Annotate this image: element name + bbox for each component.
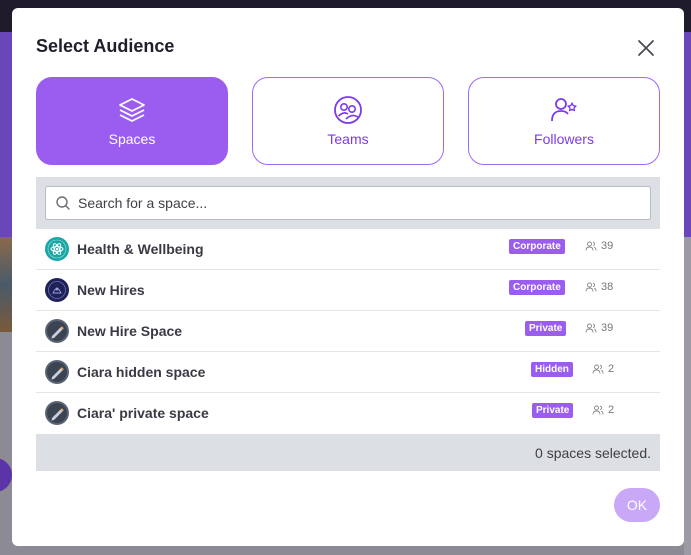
user-star-icon bbox=[551, 98, 577, 122]
spaces-list: Health & Wellbeing Corporate 39 New Hire… bbox=[36, 229, 660, 434]
search-box bbox=[45, 186, 651, 220]
tab-spaces[interactable]: Spaces bbox=[36, 77, 228, 165]
space-type-badge: Corporate bbox=[509, 239, 565, 254]
pen-icon bbox=[45, 319, 69, 343]
list-item[interactable]: Ciara' private space Private 2 bbox=[36, 393, 660, 434]
users-icon bbox=[592, 405, 604, 415]
tab-followers[interactable]: Followers bbox=[468, 77, 660, 165]
tab-teams[interactable]: Teams bbox=[252, 77, 444, 165]
member-count-value: 39 bbox=[601, 240, 614, 252]
emblem-icon bbox=[45, 278, 69, 302]
close-button[interactable] bbox=[634, 36, 658, 60]
layers-icon bbox=[119, 98, 145, 122]
atom-icon bbox=[45, 237, 69, 261]
member-count: 2 bbox=[592, 404, 614, 416]
pen-icon bbox=[45, 401, 69, 425]
list-item[interactable]: New Hire Space Private 39 bbox=[36, 311, 660, 352]
member-count-value: 39 bbox=[601, 322, 614, 334]
space-avatar bbox=[45, 237, 69, 261]
team-icon bbox=[334, 96, 362, 124]
modal-title: Select Audience bbox=[36, 36, 175, 56]
space-type-badge: Corporate bbox=[509, 280, 565, 295]
member-count-value: 2 bbox=[608, 363, 615, 375]
search-icon bbox=[56, 196, 70, 210]
audience-tabs: Spaces Teams Followers bbox=[36, 77, 660, 165]
space-avatar bbox=[45, 360, 69, 384]
pen-icon bbox=[45, 360, 69, 384]
space-name: New Hires bbox=[77, 282, 145, 298]
users-icon bbox=[592, 364, 604, 374]
close-icon bbox=[638, 40, 654, 56]
space-name: Ciara' private space bbox=[77, 405, 209, 421]
space-avatar bbox=[45, 278, 69, 302]
member-count: 39 bbox=[585, 240, 613, 252]
spaces-panel: Health & Wellbeing Corporate 39 bbox=[36, 177, 660, 471]
member-count-value: 38 bbox=[601, 281, 614, 293]
space-type-badge: Hidden bbox=[531, 362, 573, 377]
space-name: New Hire Space bbox=[77, 323, 183, 339]
tab-spaces-label: Spaces bbox=[108, 131, 156, 147]
ok-button[interactable]: OK bbox=[614, 488, 660, 522]
space-name: Health & Wellbeing bbox=[77, 241, 204, 257]
space-type-badge: Private bbox=[525, 321, 567, 336]
background-card bbox=[684, 237, 691, 555]
users-icon bbox=[585, 323, 597, 333]
space-avatar bbox=[45, 319, 69, 343]
member-count: 39 bbox=[585, 322, 613, 334]
search-input[interactable] bbox=[78, 195, 638, 211]
list-item[interactable]: Health & Wellbeing Corporate 39 bbox=[36, 229, 660, 270]
tab-followers-label: Followers bbox=[534, 131, 594, 147]
selection-status: 0 spaces selected. bbox=[535, 445, 651, 461]
select-audience-modal: Select Audience Spaces Teams Followers S… bbox=[12, 8, 684, 546]
users-icon bbox=[585, 282, 597, 292]
tab-teams-label: Teams bbox=[327, 131, 369, 147]
users-icon bbox=[585, 241, 597, 251]
member-count: 2 bbox=[592, 363, 614, 375]
space-name: Ciara hidden space bbox=[77, 364, 206, 380]
member-count-value: 2 bbox=[608, 404, 615, 416]
list-item[interactable]: Ciara hidden space Hidden 2 bbox=[36, 352, 660, 393]
space-avatar bbox=[45, 401, 69, 425]
member-count: 38 bbox=[585, 281, 613, 293]
list-item[interactable]: New Hires Corporate 38 bbox=[36, 270, 660, 311]
space-type-badge: Private bbox=[532, 403, 574, 418]
